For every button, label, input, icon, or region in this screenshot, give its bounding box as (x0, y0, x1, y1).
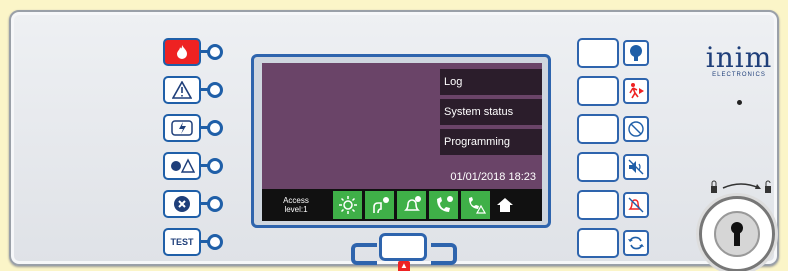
silence-alarm-icon (623, 192, 649, 218)
function-key-6[interactable] (577, 228, 619, 258)
fire-icon[interactable] (163, 38, 201, 66)
logo-wordmark: inim (705, 41, 773, 74)
display-frame: Log System status Programming 01/01/2018… (251, 54, 551, 228)
keyhole-icon (731, 222, 743, 246)
lcd-screen: Log System status Programming 01/01/2018… (262, 63, 542, 221)
brand-logo: inim ELECTRONICS (699, 41, 779, 79)
nav-bracket-left (351, 243, 377, 265)
function-key-2[interactable] (577, 76, 619, 106)
control-panel: TEST Log System status Programming 01/01… (9, 10, 779, 271)
function-key-row[interactable] (577, 228, 653, 258)
test-led (207, 234, 223, 250)
test-key-row[interactable]: TEST (163, 228, 233, 256)
function-key-row[interactable] (577, 190, 653, 220)
function-key-row[interactable] (577, 152, 653, 182)
status-bar: Access level:1 (262, 189, 542, 221)
function-key-row[interactable] (577, 114, 653, 144)
test-icon[interactable]: TEST (163, 228, 201, 256)
home-icon[interactable] (492, 191, 518, 219)
key-switch[interactable] (699, 196, 775, 271)
fire-led (207, 44, 223, 60)
function-key-3[interactable] (577, 114, 619, 144)
disablement-icon[interactable] (163, 152, 201, 180)
cancel-key-row[interactable] (163, 190, 233, 218)
fault-led (207, 82, 223, 98)
bell-ok-icon (397, 191, 426, 219)
menu-item-programming[interactable]: Programming (440, 129, 542, 155)
reset-icon (623, 230, 649, 256)
function-key-4[interactable] (577, 152, 619, 182)
nav-enter-button[interactable] (379, 233, 427, 261)
function-key-5[interactable] (577, 190, 619, 220)
info-icon (623, 40, 649, 66)
date-time: 01/01/2018 18:23 (450, 171, 536, 183)
disable-icon (623, 116, 649, 142)
status-led (737, 100, 742, 105)
plug-ok-icon (365, 191, 394, 219)
cancel-icon[interactable] (163, 190, 201, 218)
disable-key-row[interactable] (163, 152, 233, 180)
nav-bracket-right (431, 243, 457, 265)
phone-fault-icon (461, 191, 490, 219)
navigation-key[interactable]: ▲ (351, 231, 457, 271)
phone-ok-icon (429, 191, 458, 219)
disable-led (207, 158, 223, 174)
key-cylinder (714, 211, 760, 257)
fire-icon: ▲ (398, 261, 410, 271)
fault-key-row[interactable] (163, 76, 233, 104)
key-position-indicator (707, 180, 777, 196)
function-key-row[interactable] (577, 76, 653, 106)
access-value: level:1 (284, 205, 308, 214)
menu-item-log[interactable]: Log (440, 69, 542, 95)
function-key-1[interactable] (577, 38, 619, 68)
power-led (207, 120, 223, 136)
sun-icon (333, 191, 362, 219)
evacuate-icon (623, 78, 649, 104)
warning-icon[interactable] (163, 76, 201, 104)
menu-item-system-status[interactable]: System status (440, 99, 542, 125)
power-fault-icon[interactable] (163, 114, 201, 142)
access-level: Access level:1 (262, 189, 330, 221)
function-key-row[interactable] (577, 38, 653, 68)
fire-key-row[interactable] (163, 38, 233, 66)
cancel-led (207, 196, 223, 212)
power-key-row[interactable] (163, 114, 233, 142)
access-label: Access (283, 196, 309, 205)
silence-buzzer-icon (623, 154, 649, 180)
